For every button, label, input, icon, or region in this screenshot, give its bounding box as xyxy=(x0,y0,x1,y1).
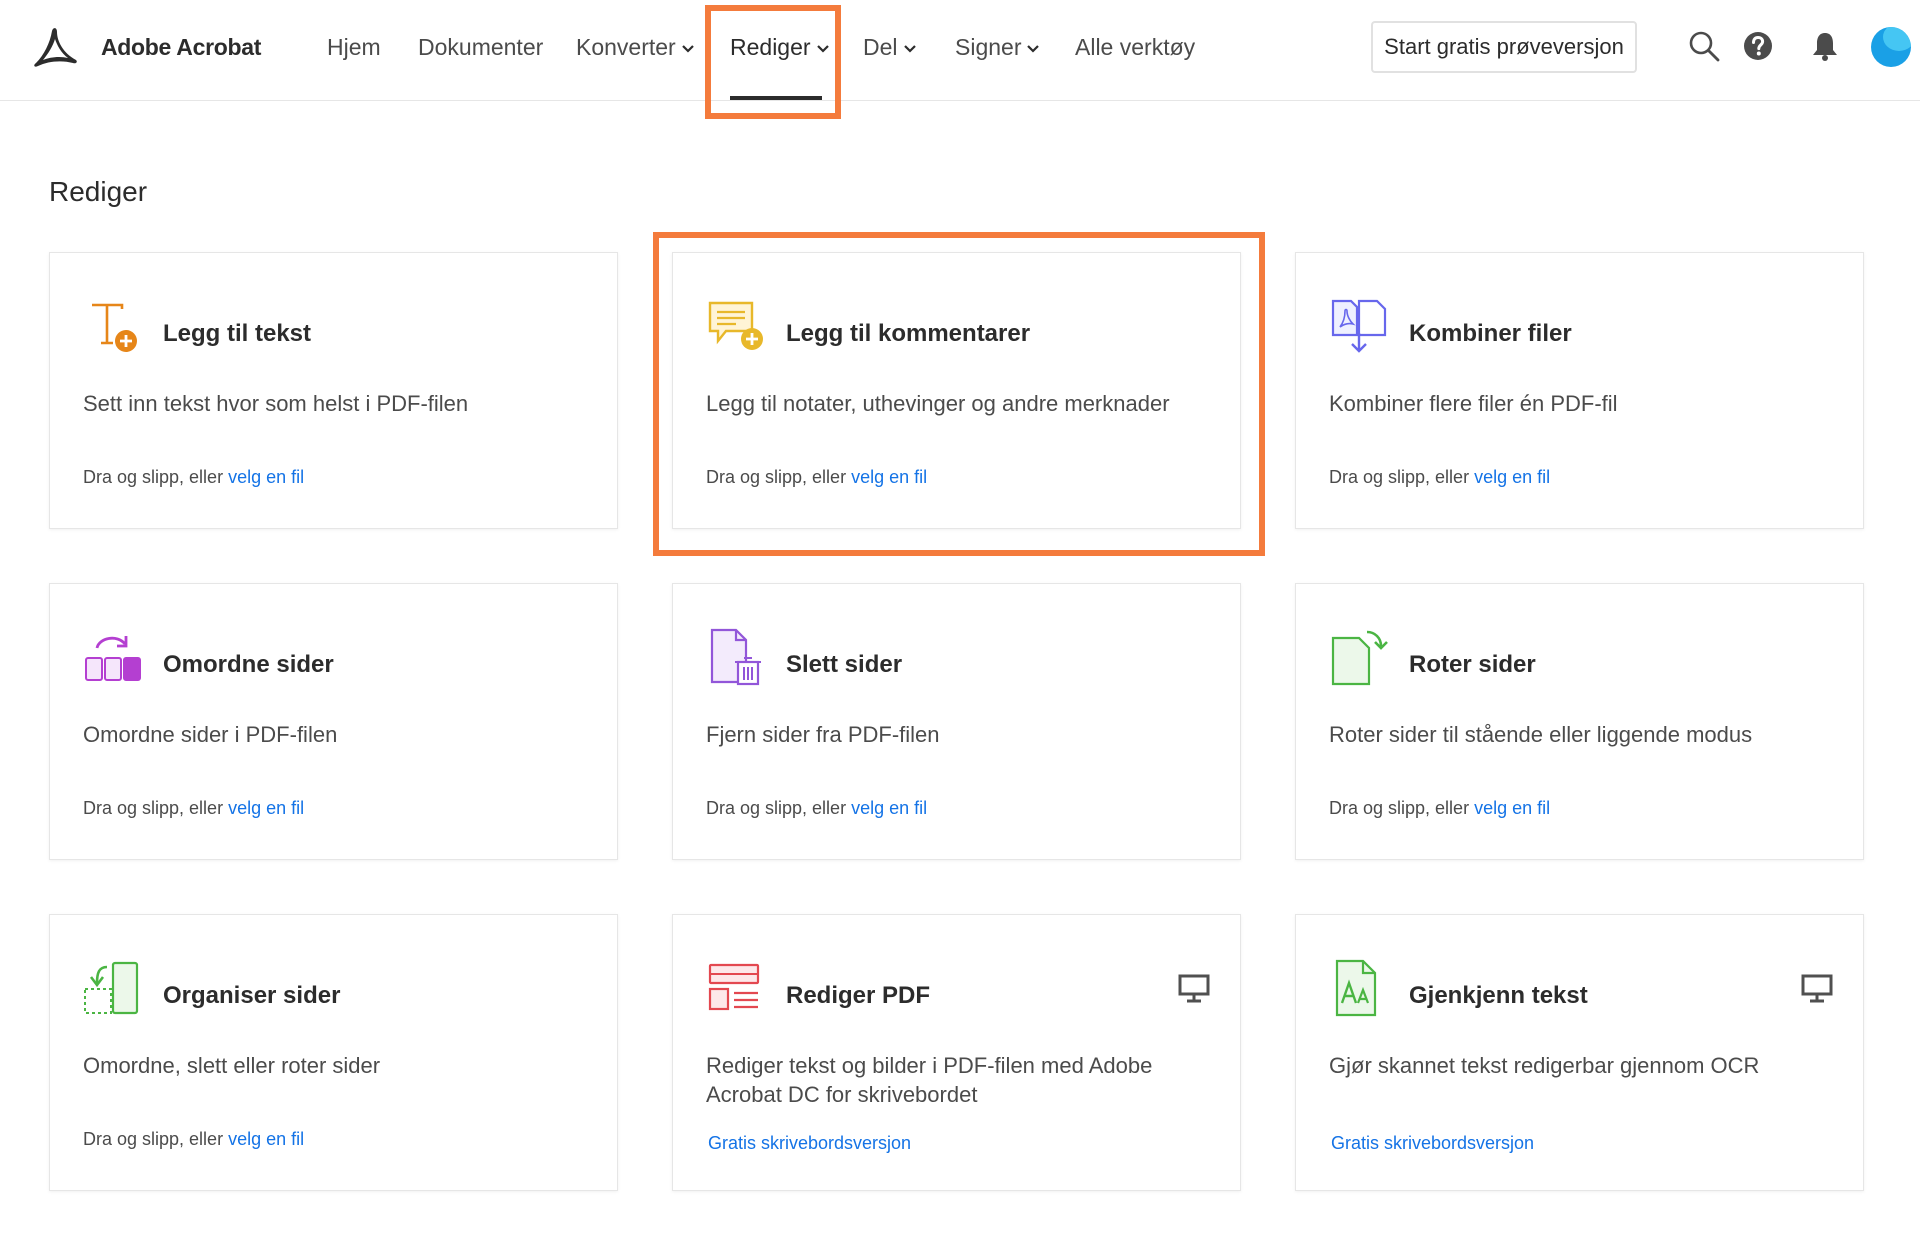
chevron-down-icon xyxy=(681,45,694,53)
tool-card-add-text[interactable]: Legg til tekst Sett inn tekst hvor som h… xyxy=(49,252,618,529)
card-description: Kombiner flere filer én PDF-fil xyxy=(1329,391,1618,416)
tool-card-reorder-pages[interactable]: Omordne sider Omordne sider i PDF-filen … xyxy=(49,583,618,860)
tool-card-delete-pages[interactable]: Slett sider Fjern sider fra PDF-filen Dr… xyxy=(672,583,1241,860)
nav-alle-verktoy-label: Alle verktøy xyxy=(1075,34,1196,60)
free-desktop-version-link[interactable]: Gratis skrivebordsversjon xyxy=(708,1133,911,1154)
card-title: Omordne sider xyxy=(163,651,334,678)
card-footer: Dra og slipp, eller velg en fil xyxy=(706,798,927,819)
acrobat-logo-icon[interactable] xyxy=(30,25,80,69)
search-icon[interactable] xyxy=(1688,30,1720,62)
tool-card-combine-files[interactable]: Kombiner filer Kombiner flere filer én P… xyxy=(1295,252,1864,529)
card-description: Fjern sider fra PDF-filen xyxy=(706,722,940,747)
nav-alle-verktoy[interactable]: Alle verktøy xyxy=(1075,34,1195,61)
card-footer: Dra og slipp, eller velg en fil xyxy=(1329,798,1550,819)
nav-highlight-box xyxy=(705,5,841,119)
nav-signer-label: Signer xyxy=(955,34,1022,60)
card-description: Omordne, slett eller roter sider xyxy=(83,1053,381,1078)
nav-konverter-label: Konverter xyxy=(576,34,676,60)
nav-signer[interactable]: Signer xyxy=(955,34,1040,61)
delete-pages-icon xyxy=(710,628,761,686)
choose-file-link[interactable]: velg en fil xyxy=(228,1129,304,1149)
card-title: Gjenkjenn tekst xyxy=(1409,982,1588,1009)
free-desktop-version-link[interactable]: Gratis skrivebordsversjon xyxy=(1331,1133,1534,1154)
card-description: Gjør skannet tekst redigerbar gjennom OC… xyxy=(1329,1053,1760,1078)
top-header: Adobe Acrobat Hjem Dokumenter Konverter … xyxy=(0,0,1920,101)
card-description: Rediger tekst og bilder i PDF-filen med … xyxy=(706,1053,1153,1107)
tool-card-recognize-text[interactable]: Gjenkjenn tekst Gjør skannet tekst redig… xyxy=(1295,914,1864,1191)
card-highlight-box xyxy=(653,232,1265,556)
chevron-down-icon xyxy=(1027,45,1040,53)
drop-text: Dra og slipp, eller xyxy=(83,798,224,818)
tool-card-edit-pdf[interactable]: Rediger PDF Rediger tekst og bilder i PD… xyxy=(672,914,1241,1191)
avatar[interactable] xyxy=(1871,27,1911,67)
start-trial-button[interactable]: Start gratis prøveversjon xyxy=(1371,21,1637,73)
app-name[interactable]: Adobe Acrobat xyxy=(101,34,261,61)
nav-dokumenter[interactable]: Dokumenter xyxy=(418,34,543,61)
card-title: Kombiner filer xyxy=(1409,320,1572,347)
choose-file-link[interactable]: velg en fil xyxy=(1474,798,1550,818)
card-title: Roter sider xyxy=(1409,651,1536,678)
card-footer: Dra og slipp, eller velg en fil xyxy=(83,798,304,819)
tool-card-rotate-pages[interactable]: Roter sider Roter sider til stående elle… xyxy=(1295,583,1864,860)
nav-dokumenter-label: Dokumenter xyxy=(418,34,544,60)
card-description: Sett inn tekst hvor som helst i PDF-file… xyxy=(83,391,469,416)
drop-text: Dra og slipp, eller xyxy=(83,467,224,487)
add-text-icon xyxy=(92,303,137,352)
nav-del-label: Del xyxy=(863,34,898,60)
card-footer: Dra og slipp, eller velg en fil xyxy=(83,467,304,488)
nav-del[interactable]: Del xyxy=(863,34,916,61)
drop-text: Dra og slipp, eller xyxy=(1329,467,1470,487)
desktop-icon xyxy=(1178,974,1210,1003)
reorder-pages-icon xyxy=(85,636,141,681)
rotate-pages-icon xyxy=(1331,630,1388,686)
card-description: Omordne sider i PDF-filen xyxy=(83,722,338,747)
card-title: Rediger PDF xyxy=(786,982,931,1009)
card-title: Slett sider xyxy=(786,651,903,678)
nav-konverter[interactable]: Konverter xyxy=(576,34,694,61)
card-footer: Dra og slipp, eller velg en fil xyxy=(83,1129,304,1150)
card-footer: Dra og slipp, eller velg en fil xyxy=(1329,467,1550,488)
desktop-icon xyxy=(1801,974,1833,1003)
choose-file-link[interactable]: velg en fil xyxy=(228,467,304,487)
bell-icon[interactable] xyxy=(1809,30,1841,62)
recognize-text-icon xyxy=(1335,959,1377,1017)
chevron-down-icon xyxy=(903,45,916,53)
card-description: Roter sider til stående eller liggende m… xyxy=(1329,722,1753,747)
choose-file-link[interactable]: velg en fil xyxy=(851,798,927,818)
card-title: Legg til tekst xyxy=(163,320,312,347)
drop-text: Dra og slipp, eller xyxy=(83,1129,224,1149)
edit-pdf-icon xyxy=(708,963,760,1011)
choose-file-link[interactable]: velg en fil xyxy=(228,798,304,818)
drop-text: Dra og slipp, eller xyxy=(1329,798,1470,818)
page-title: Rediger xyxy=(49,176,148,207)
card-title: Organiser sider xyxy=(163,982,341,1009)
organize-pages-icon xyxy=(84,961,139,1015)
nav-hjem-label: Hjem xyxy=(327,34,381,60)
combine-files-icon xyxy=(1331,299,1387,353)
drop-text: Dra og slipp, eller xyxy=(706,798,847,818)
choose-file-link[interactable]: velg en fil xyxy=(1474,467,1550,487)
help-icon[interactable] xyxy=(1742,30,1774,62)
tool-card-organize-pages[interactable]: Organiser sider Omordne, slett eller rot… xyxy=(49,914,618,1191)
nav-hjem[interactable]: Hjem xyxy=(327,34,381,61)
